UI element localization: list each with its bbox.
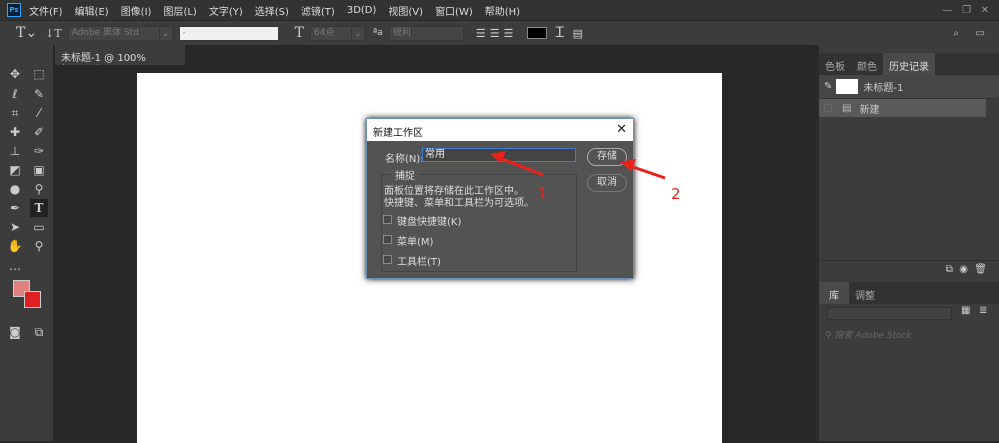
annotation-arrowhead-1: [490, 151, 506, 163]
annotation-arrow-2: [629, 164, 666, 180]
annotation-label-1: 1: [538, 184, 548, 202]
annotation-arrow-1: [499, 156, 544, 177]
annotation-overlay: [490, 151, 666, 180]
annotation-arrowhead-2: [620, 159, 636, 171]
annotation-label-2: 2: [671, 185, 681, 203]
